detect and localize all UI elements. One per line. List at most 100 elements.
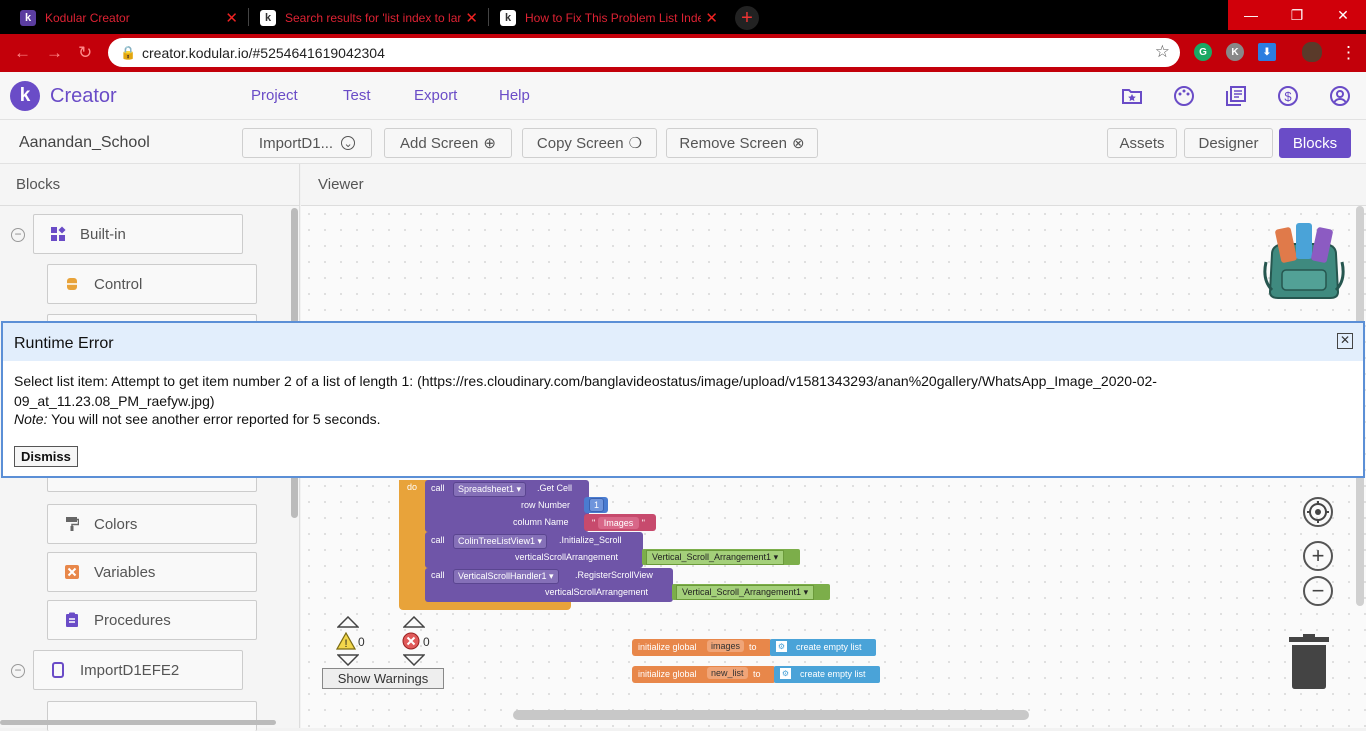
close-icon[interactable]: ✕ [1337, 333, 1353, 349]
copy-icon: ❍ [628, 135, 643, 152]
kodular-favicon-icon: k [500, 10, 516, 26]
dialog-title: Runtime Error [14, 335, 114, 352]
tab-separator [488, 8, 489, 26]
vertical-scroll-arrangement-block-2[interactable]: Vertical_Scroll_Arrangement1 ▾ [672, 584, 830, 600]
scroll-handler-component-dropdown[interactable]: VerticalScrollHandler1 ▾ [453, 569, 559, 584]
blocks-panel-header: Blocks [0, 164, 300, 206]
control-icon [64, 276, 80, 292]
recenter-icon[interactable] [1303, 497, 1333, 527]
back-arrow-icon[interactable]: ← [14, 43, 31, 63]
error-note: Note: You will not see another error rep… [14, 411, 381, 427]
error-circle-icon [402, 632, 420, 650]
profile-avatar[interactable] [1302, 42, 1322, 62]
mutator-gear-icon[interactable]: ⚙ [780, 668, 791, 679]
url-bar[interactable]: 🔒 creator.kodular.io/#5254641619042304 ☆ [108, 38, 1180, 67]
kodular-favicon-icon: k [20, 10, 36, 26]
menu-test[interactable]: Test [343, 87, 371, 104]
collapse-component-icon[interactable]: − [11, 664, 25, 678]
folder-star-icon[interactable] [1120, 84, 1144, 108]
spreadsheet-component-dropdown[interactable]: Spreadsheet1 ▾ [453, 482, 527, 497]
component-vertical-scroll-arrangement[interactable] [47, 701, 257, 731]
trash-can-icon[interactable] [1288, 634, 1330, 690]
close-window-button[interactable]: ✕ [1320, 0, 1366, 30]
k-extension-icon[interactable]: K [1226, 43, 1244, 61]
initialize-scroll-block[interactable]: call ColinTreeListView1 ▾ .Initialize_Sc… [425, 532, 643, 568]
restore-button[interactable]: ❐ [1274, 0, 1320, 30]
procedures-icon [64, 612, 80, 628]
minimize-button[interactable]: — [1228, 0, 1274, 30]
menu-help[interactable]: Help [499, 87, 530, 104]
block-category-procedures[interactable]: Procedures [47, 600, 257, 640]
block-category-colors[interactable]: Colors [47, 504, 257, 544]
phone-icon [50, 662, 66, 678]
tab-how-to-fix[interactable]: k How to Fix This Problem List Inde ✕ [490, 2, 726, 34]
kodular-logo-icon[interactable]: k [10, 81, 40, 111]
block-category-control[interactable]: Control [47, 264, 257, 304]
library-icon[interactable] [1224, 84, 1248, 108]
menu-export[interactable]: Export [414, 87, 457, 104]
grammarly-extension-icon[interactable]: G [1194, 43, 1212, 61]
show-warnings-button[interactable]: Show Warnings [322, 668, 444, 689]
designer-button[interactable]: Designer [1184, 128, 1273, 158]
new-tab-button[interactable]: + [735, 6, 759, 30]
menu-project[interactable]: Project [251, 87, 298, 104]
screen-select[interactable]: ImportD1... ⌄ [242, 128, 372, 158]
close-tab-icon[interactable]: ✕ [465, 9, 478, 27]
tab-kodular-creator[interactable]: k Kodular Creator ✕ [10, 2, 246, 34]
close-tab-icon[interactable]: ✕ [705, 9, 718, 27]
warnings-count: 0 [358, 635, 365, 649]
zoom-in-icon[interactable]: + [1303, 541, 1333, 571]
get-cell-block[interactable]: call Spreadsheet1 ▾ .Get Cell row Number… [425, 480, 589, 532]
column-name-text-block[interactable]: " Images " [584, 514, 656, 531]
browser-tab-bar: k Kodular Creator ✕ k Search results for… [0, 0, 1366, 34]
left-panel-horizontal-scrollbar[interactable] [0, 720, 276, 725]
create-empty-list-block-2[interactable]: ⚙ create empty list [774, 666, 880, 683]
forward-arrow-icon[interactable]: → [46, 43, 63, 63]
chevron-down-icon: ⌄ [341, 136, 356, 150]
tab-separator [248, 8, 249, 26]
error-next-arrow-icon[interactable] [403, 654, 425, 666]
workspace-horizontal-scrollbar[interactable] [513, 710, 1029, 720]
viewer-header: Viewer [301, 164, 1366, 206]
warning-prev-arrow-icon[interactable] [337, 616, 359, 628]
address-bar-area: ← → ↻ 🔒 creator.kodular.io/#525464161904… [0, 34, 1366, 72]
download-extension-icon[interactable]: ⬇ [1258, 43, 1276, 61]
vertical-scroll-arrangement-block[interactable]: Vertical_Scroll_Arrangement1 ▾ [642, 549, 800, 565]
error-message: Select list item: Attempt to get item nu… [14, 373, 1157, 409]
variables-icon [64, 564, 80, 580]
component-importd1efe2[interactable]: ImportD1EFE2 [33, 650, 243, 690]
collapse-builtin-icon[interactable]: − [11, 228, 25, 242]
errors-count: 0 [423, 635, 430, 649]
initialize-global-new-list-block[interactable]: initialize global new_list to [632, 666, 776, 683]
blocks-button[interactable]: Blocks [1279, 128, 1351, 158]
plus-circle-icon: ⊕ [483, 135, 496, 152]
initialize-global-images-block[interactable]: initialize global images to [632, 639, 772, 656]
warning-triangle-icon: ! [336, 632, 356, 650]
register-scroll-view-block[interactable]: call VerticalScrollHandler1 ▾ .RegisterS… [425, 568, 673, 602]
add-screen-button[interactable]: Add Screen ⊕ [384, 128, 512, 158]
builtin-category[interactable]: Built-in [33, 214, 243, 254]
mutator-gear-icon[interactable]: ⚙ [776, 641, 787, 652]
svg-text:$: $ [1284, 89, 1292, 104]
copy-screen-button[interactable]: Copy Screen ❍ [522, 128, 657, 158]
close-tab-icon[interactable]: ✕ [225, 9, 238, 27]
widgets-icon [50, 226, 66, 242]
backpack-icon[interactable] [1258, 218, 1350, 302]
browser-menu-icon[interactable]: ⋮ [1340, 43, 1357, 63]
palette-icon[interactable] [1172, 84, 1196, 108]
account-icon[interactable] [1328, 84, 1352, 108]
dollar-icon[interactable]: $ [1276, 84, 1300, 108]
reload-icon[interactable]: ↻ [78, 43, 92, 63]
treeview-component-dropdown[interactable]: ColinTreeListView1 ▾ [453, 534, 548, 549]
zoom-out-icon[interactable]: − [1303, 576, 1333, 606]
bookmark-star-icon[interactable]: ☆ [1155, 42, 1170, 62]
warning-next-arrow-icon[interactable] [337, 654, 359, 666]
block-category-variables[interactable]: Variables [47, 552, 257, 592]
tab-search-results[interactable]: k Search results for 'list index to lar … [250, 2, 486, 34]
dismiss-button[interactable]: Dismiss [14, 446, 78, 467]
create-empty-list-block[interactable]: ⚙ create empty list [770, 639, 876, 656]
remove-screen-button[interactable]: Remove Screen ⊗ [666, 128, 818, 158]
error-prev-arrow-icon[interactable] [403, 616, 425, 628]
assets-button[interactable]: Assets [1107, 128, 1177, 158]
row-number-value-block[interactable]: 1 [584, 497, 608, 513]
